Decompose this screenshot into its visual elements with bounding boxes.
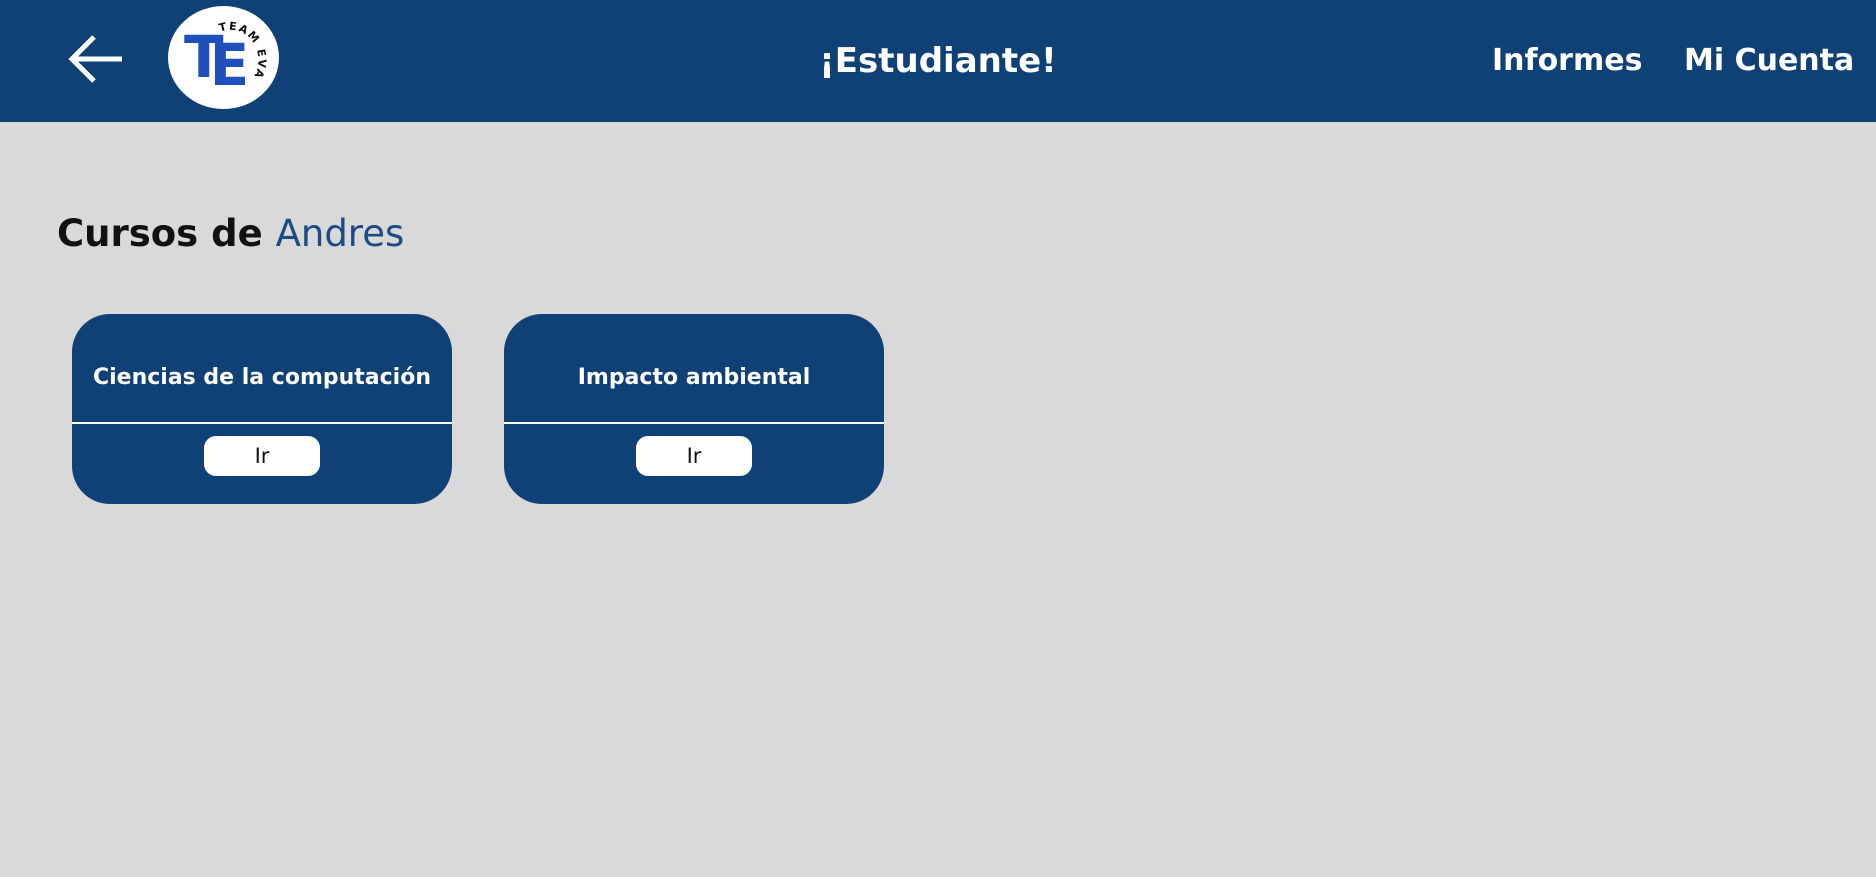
logo-letters: TE xyxy=(184,22,249,99)
logo-letter-e: E xyxy=(209,31,249,99)
course-title: Impacto ambiental xyxy=(577,365,811,390)
card-divider xyxy=(504,422,884,424)
card-divider xyxy=(72,422,452,424)
course-card: Impacto ambiental Ir xyxy=(504,314,884,504)
go-to-course-button[interactable]: Ir xyxy=(636,436,752,476)
arrow-left-icon xyxy=(68,35,122,83)
nav-informes-link[interactable]: Informes xyxy=(1492,0,1642,122)
nav-mi-cuenta-link[interactable]: Mi Cuenta xyxy=(1684,0,1854,122)
logo-letter-t: T xyxy=(184,23,223,91)
course-title: Ciencias de la computación xyxy=(92,365,432,390)
courses-heading: Cursos de Andres xyxy=(57,212,404,255)
top-bar: TEAM EVAL TE ¡Estudiante! Informes Mi Cu… xyxy=(0,0,1876,122)
heading-prefix: Cursos de xyxy=(57,212,263,255)
course-card: Ciencias de la computación Ir xyxy=(72,314,452,504)
back-button[interactable] xyxy=(66,29,126,89)
go-to-course-button[interactable]: Ir xyxy=(204,436,320,476)
user-name: Andres xyxy=(275,212,405,255)
logo[interactable]: TEAM EVAL TE xyxy=(168,6,279,109)
